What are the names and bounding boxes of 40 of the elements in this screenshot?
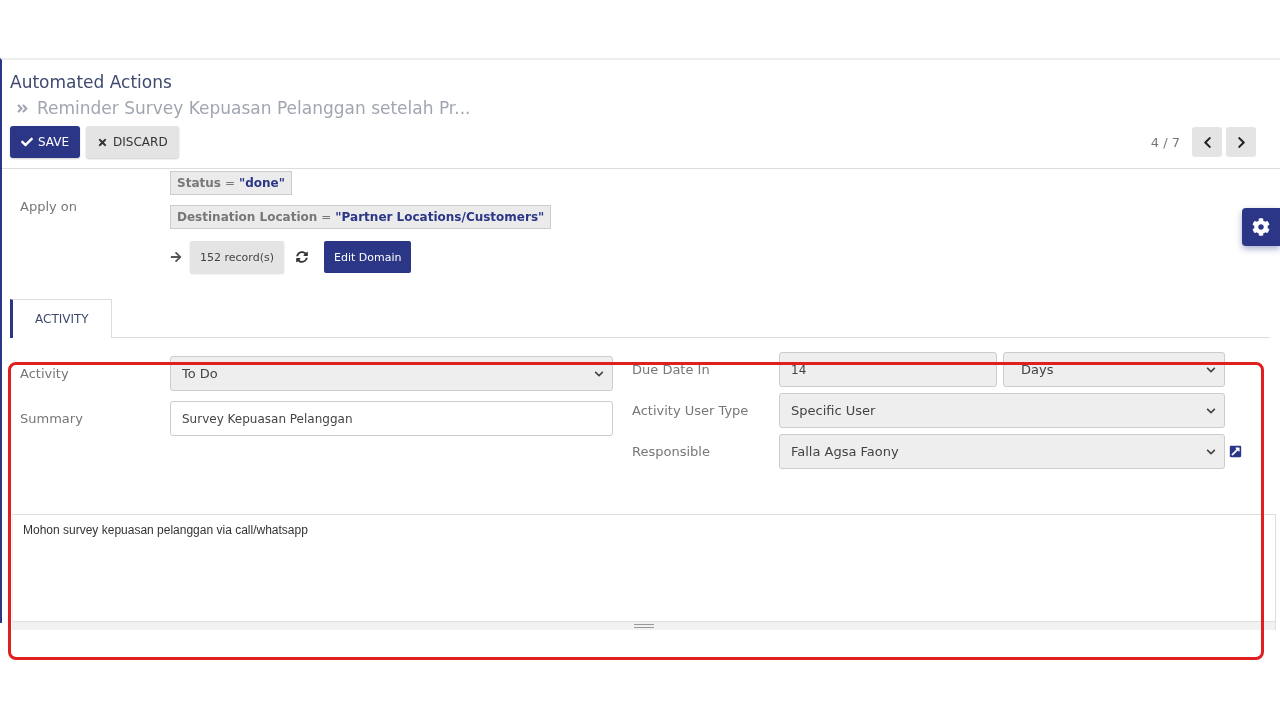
note-text: Mohon survey kepuasan pelanggan via call/whatsapp <box>22 522 309 539</box>
page-title: Automated Actions <box>10 72 173 92</box>
select-field[interactable]: Falla Agsa Faony <box>779 434 1225 469</box>
condition-operator: = <box>321 210 332 224</box>
arrow-right-icon <box>170 251 182 263</box>
chevron-down-icon <box>1206 446 1216 457</box>
double-chevron-icon <box>16 101 29 115</box>
condition-field: Destination Location <box>177 210 318 224</box>
input-field[interactable]: Survey Kepuasan Pelanggan <box>170 401 613 436</box>
field-label: Summary <box>20 411 84 426</box>
check-icon <box>21 136 33 148</box>
select-field[interactable]: Specific User <box>779 393 1225 428</box>
resize-handle[interactable] <box>13 621 1275 630</box>
chevron-down-icon <box>594 368 604 379</box>
discard-button[interactable]: DISCARD <box>86 126 179 158</box>
record-count-button[interactable]: 152 record(s) <box>190 241 284 273</box>
previous-button[interactable] <box>1192 127 1222 157</box>
tab[interactable]: ACTIVITY <box>10 299 112 338</box>
note-editor[interactable]: Mohon survey kepuasan pelanggan via call/whatsapp <box>12 514 1276 630</box>
condition-value: "Partner Locations/Customers" <box>335 210 545 224</box>
save-button[interactable]: SAVE <box>10 126 81 158</box>
pager-counter: 4 / 7 <box>1150 134 1180 150</box>
condition-field: Status <box>177 176 221 190</box>
close-icon <box>97 136 109 148</box>
field-label: Due Date In <box>632 362 711 377</box>
chevron-down-icon <box>1206 405 1216 416</box>
settings-icon <box>1252 218 1270 236</box>
field-label: Apply on <box>20 198 79 216</box>
edit-domain-button[interactable]: Edit Domain <box>323 241 412 273</box>
condition-value: "done" <box>238 176 285 190</box>
chevron-down-icon <box>1206 364 1216 375</box>
breadcrumb-item: Reminder Survey Kepuasan Pelanggan setelah Pr... <box>37 98 471 118</box>
next-button[interactable] <box>1226 127 1256 157</box>
condition-operator: = <box>224 176 235 190</box>
external-link-icon[interactable] <box>1229 445 1242 458</box>
field-label: Responsible <box>632 444 711 459</box>
field-label: Activity <box>20 366 70 381</box>
refresh-icon[interactable] <box>295 251 308 263</box>
field-label: Activity User Type <box>632 403 750 418</box>
settings-button[interactable] <box>1242 208 1280 246</box>
